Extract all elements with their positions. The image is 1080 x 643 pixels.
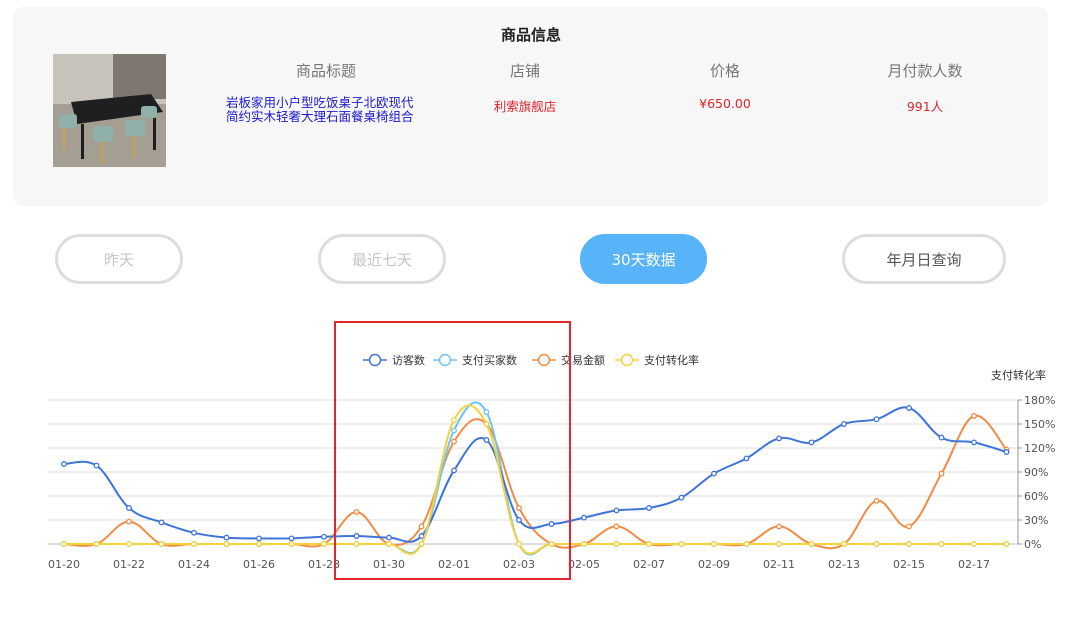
filter-last7-button[interactable]: 最近七天 (318, 234, 446, 284)
data-point-conversion (678, 541, 685, 547)
data-point-amount (938, 470, 945, 477)
shop-name[interactable]: 利索旗舰店 (470, 96, 580, 115)
legend-item-conversion[interactable]: 支付转化率 (615, 353, 699, 367)
data-point-conversion (126, 541, 132, 547)
data-point-visitors (93, 462, 100, 469)
highlight-annotation-box (334, 321, 571, 580)
data-point-visitors (646, 505, 652, 511)
data-point-visitors (808, 439, 815, 446)
x-tick-label: 02-05 (568, 558, 600, 571)
data-point-conversion (971, 541, 977, 547)
x-tick-label: 01-20 (48, 558, 80, 571)
data-point-conversion (61, 541, 67, 547)
x-tick-label: 01-26 (243, 558, 275, 571)
header-monthly-buyers: 月付款人数 (887, 62, 963, 80)
data-point-visitors (678, 494, 685, 501)
data-point-conversion (158, 541, 165, 547)
data-point-conversion (711, 541, 717, 547)
data-point-conversion (743, 541, 750, 547)
data-point-conversion (906, 541, 912, 547)
data-point-conversion (256, 541, 262, 547)
data-point-conversion (873, 541, 880, 547)
data-point-visitors (971, 439, 977, 446)
data-point-conversion (191, 541, 197, 547)
data-point-amount (126, 518, 132, 525)
data-point-visitors (288, 535, 295, 542)
data-point-visitors (126, 505, 132, 511)
right-axis-tick-label: 0% (1024, 538, 1041, 551)
x-tick-label: 02-11 (763, 558, 795, 571)
product-title-line-2: 简约实木轻奢大理石面餐桌椅组合 (226, 109, 414, 124)
filter-yesterday-button[interactable]: 昨天 (55, 234, 183, 284)
data-point-visitors (776, 435, 782, 442)
data-point-visitors (1003, 449, 1010, 455)
data-point-visitors (938, 434, 945, 441)
data-point-visitors (906, 405, 912, 411)
data-point-visitors (191, 529, 197, 536)
data-point-amount (873, 497, 880, 504)
price-value: ¥650.00 (699, 96, 751, 111)
filter-last30-button[interactable]: 30天数据 (580, 234, 707, 284)
x-tick-label: 02-07 (633, 558, 665, 571)
monthly-buyers-value: 991人 (906, 99, 944, 114)
data-point-visitors (841, 421, 847, 427)
x-tick-label: 01-22 (113, 558, 145, 571)
data-point-visitors (321, 533, 327, 540)
product-title-line-1: 岩板家用小户型吃饭桌子北欧现代 (226, 95, 414, 110)
product-title[interactable]: 岩板家用小户型吃饭桌子北欧现代 简约实木轻奢大理石面餐桌椅组合 (226, 96, 431, 124)
right-axis-tick-label: 180% (1024, 394, 1055, 407)
data-point-visitors (158, 519, 165, 526)
x-tick-label: 01-24 (178, 558, 210, 571)
data-point-conversion (321, 541, 327, 547)
product-image[interactable] (53, 54, 166, 167)
right-axis-tick-label: 60% (1024, 490, 1048, 503)
data-point-visitors (223, 534, 230, 541)
data-point-visitors (743, 455, 750, 462)
data-point-conversion (613, 541, 620, 547)
x-tick-label: 02-15 (893, 558, 925, 571)
header-title: 商品标题 (295, 62, 356, 80)
x-tick-label: 02-17 (958, 558, 990, 571)
data-point-visitors (256, 535, 262, 542)
section-title: 商品信息 (500, 26, 561, 44)
data-point-conversion (808, 541, 815, 547)
data-point-conversion (288, 541, 295, 547)
dining-table-picture (53, 54, 166, 167)
data-point-conversion (223, 541, 230, 547)
data-point-visitors (873, 416, 880, 423)
right-axis-tick-label: 120% (1024, 442, 1055, 455)
right-axis-title: 支付转化率 (991, 368, 1046, 382)
data-point-conversion (93, 541, 100, 547)
legend-marker-icon (620, 353, 634, 367)
data-point-amount (776, 523, 782, 530)
x-tick-label: 02-13 (828, 558, 860, 571)
data-point-visitors (61, 461, 67, 467)
data-point-visitors (613, 507, 620, 514)
x-tick-label: 02-09 (698, 558, 730, 571)
legend-label: 支付转化率 (644, 353, 699, 367)
data-point-conversion (581, 541, 587, 547)
right-axis-tick-label: 150% (1024, 418, 1055, 431)
data-point-amount (906, 523, 912, 530)
data-point-conversion (646, 541, 652, 547)
data-point-conversion (938, 541, 945, 547)
data-point-conversion (841, 541, 847, 547)
data-point-amount (613, 523, 620, 530)
data-point-conversion (776, 541, 782, 547)
header-price: 价格 (709, 62, 740, 80)
header-shop: 店铺 (509, 62, 540, 80)
right-axis-tick-label: 90% (1024, 466, 1048, 479)
data-point-visitors (581, 514, 587, 521)
data-point-visitors (711, 470, 717, 477)
right-axis-tick-label: 30% (1024, 514, 1048, 527)
data-point-amount (971, 413, 977, 419)
date-query-button[interactable]: 年月日查询 (842, 234, 1006, 284)
data-point-conversion (1003, 541, 1010, 547)
